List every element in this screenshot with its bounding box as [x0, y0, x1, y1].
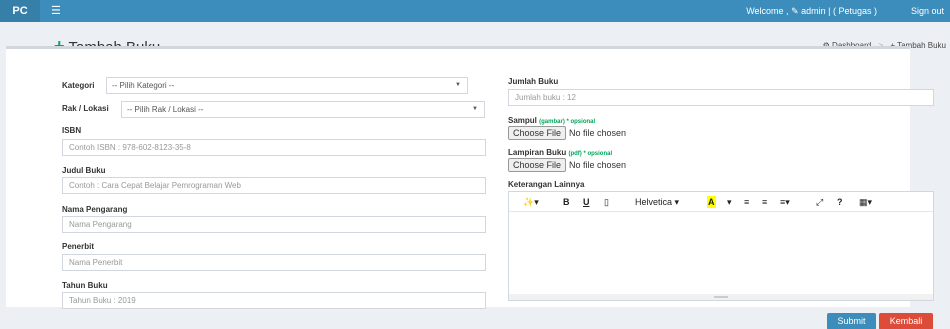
sampul-file-input: Choose File No file chosen — [508, 126, 626, 140]
rich-text-editor[interactable]: ✨▾ B U ▯ Helvetica ▾ A ▾ ≡ ≡ ≡▾ ⤢ ? ▦▾ — [508, 191, 934, 301]
eraser-icon[interactable]: ▯ — [604, 196, 609, 208]
sampul-label-text: Sampul — [508, 116, 537, 125]
sampul-hint: (gambar) * opsional — [539, 119, 596, 125]
editor-toolbar: ✨▾ B U ▯ Helvetica ▾ A ▾ ≡ ≡ ≡▾ ⤢ ? ▦▾ — [509, 192, 933, 212]
pengarang-label: Nama Pengarang — [62, 205, 128, 214]
kategori-select[interactable]: -- Pilih Kategori -- ▼ — [106, 77, 468, 94]
signout-link[interactable]: Sign out — [911, 0, 944, 22]
welcome-text: Welcome , ✎ admin | ( Petugas ) — [746, 0, 877, 22]
chevron-down-icon: ▼ — [472, 106, 478, 112]
submit-button[interactable]: Submit — [827, 313, 876, 329]
back-button[interactable]: Kembali — [879, 313, 933, 329]
jumlah-label: Jumlah Buku — [508, 77, 559, 86]
judul-input[interactable]: Contoh : Cara Cepat Belajar Pemrograman … — [62, 177, 486, 194]
isbn-label: ISBN — [62, 126, 82, 135]
kategori-label: Kategori — [62, 81, 95, 90]
unordered-list-icon[interactable]: ≡ — [744, 196, 749, 208]
penerbit-label: Penerbit — [62, 242, 95, 251]
chevron-down-icon: ▼ — [455, 82, 461, 88]
tahun-label: Tahun Buku — [62, 281, 108, 290]
judul-label: Judul Buku — [62, 166, 106, 175]
font-family-value: Helvetica — [635, 197, 673, 207]
menu-toggle-icon[interactable]: ☰ — [51, 4, 61, 18]
magic-wand-icon[interactable]: ✨▾ — [523, 196, 539, 208]
lampiran-file-input: Choose File No file chosen — [508, 158, 626, 172]
fullscreen-icon[interactable]: ⤢ — [816, 196, 823, 208]
jumlah-input[interactable]: Jumlah buku : 12 — [508, 89, 934, 106]
font-family-select[interactable]: Helvetica ▾ — [635, 196, 679, 208]
sampul-label: Sampul (gambar) * opsional — [508, 116, 595, 125]
tahun-input[interactable]: Tahun Buku : 2019 — [62, 292, 486, 309]
text-color-icon[interactable]: A — [707, 196, 716, 208]
kategori-selected: -- Pilih Kategori -- — [112, 81, 175, 90]
lampiran-hint: (pdf) * opsional — [568, 151, 613, 157]
welcome-prefix: Welcome , — [746, 6, 789, 16]
penerbit-input[interactable]: Nama Penerbit — [62, 254, 486, 271]
rak-select[interactable]: -- Pilih Rak / Lokasi -- ▼ — [121, 101, 485, 118]
rak-label: Rak / Lokasi — [62, 104, 109, 113]
chevron-down-icon[interactable]: ▾ — [727, 196, 732, 208]
help-icon[interactable]: ? — [837, 196, 843, 208]
isbn-input[interactable]: Contoh ISBN : 978-602-8123-35-8 — [62, 139, 486, 156]
lampiran-file-status: No file chosen — [569, 160, 627, 170]
resize-grip-icon — [714, 296, 728, 298]
sampul-choose-file-button[interactable]: Choose File — [508, 126, 567, 140]
lampiran-label: Lampiran Buku (pdf) * opsional — [508, 148, 612, 157]
top-navbar: PC ☰ Welcome , ✎ admin | ( Petugas ) Sig… — [0, 0, 950, 22]
welcome-user[interactable]: admin | ( Petugas ) — [801, 6, 877, 16]
rak-selected: -- Pilih Rak / Lokasi -- — [127, 105, 204, 114]
ordered-list-icon[interactable]: ≡ — [762, 196, 767, 208]
editor-resize-bar[interactable] — [509, 294, 933, 300]
keterangan-label: Keterangan Lainnya — [508, 180, 585, 189]
edit-icon: ✎ — [791, 6, 799, 16]
table-icon[interactable]: ▦▾ — [859, 196, 872, 208]
lampiran-label-text: Lampiran Buku — [508, 148, 567, 157]
sampul-file-status: No file chosen — [569, 128, 627, 138]
pengarang-input[interactable]: Nama Pengarang — [62, 216, 486, 233]
underline-button[interactable]: U — [583, 196, 590, 208]
brand-logo[interactable]: PC — [0, 0, 40, 22]
paragraph-align-icon[interactable]: ≡▾ — [780, 196, 790, 208]
lampiran-choose-file-button[interactable]: Choose File — [508, 158, 567, 172]
bold-button[interactable]: B — [563, 196, 570, 208]
